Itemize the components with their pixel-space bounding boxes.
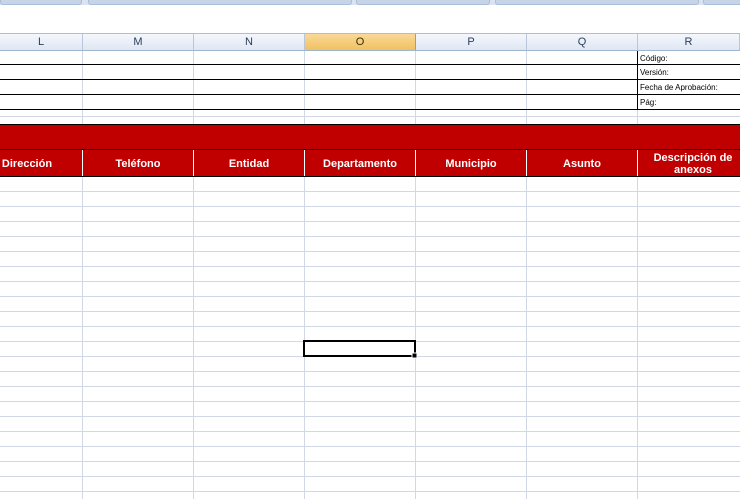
form-header-borders	[0, 51, 740, 110]
codigo-label: Código:	[640, 54, 668, 63]
cell-gridlines	[0, 51, 740, 499]
pagina-label: Pág:	[640, 98, 656, 107]
header-asunto: Asunto	[563, 158, 601, 170]
column-header-m[interactable]: M	[83, 34, 194, 50]
header-telefono: Teléfono	[115, 158, 160, 170]
column-header-o[interactable]: O	[305, 34, 416, 50]
formula-bar[interactable]	[0, 5, 740, 34]
header-departamento: Departamento	[323, 158, 397, 170]
header-municipio: Municipio	[445, 158, 497, 170]
column-header-q[interactable]: Q	[527, 34, 638, 50]
column-header-n[interactable]: N	[194, 34, 305, 50]
column-header-r[interactable]: R	[638, 34, 740, 50]
title-band	[0, 124, 740, 149]
header-entidad: Entidad	[229, 158, 269, 170]
worksheet-grid[interactable]: Código: Versión: Fecha de Aprobación: Pá…	[0, 51, 740, 499]
column-header-l[interactable]: L	[0, 34, 83, 50]
fill-handle[interactable]	[411, 352, 418, 359]
active-cell[interactable]	[303, 340, 416, 357]
fecha-aprobacion-label: Fecha de Aprobación:	[640, 83, 718, 92]
column-header-p[interactable]: P	[416, 34, 527, 50]
version-label: Versión:	[640, 68, 669, 77]
header-direccion: Dirección	[2, 158, 52, 170]
column-header-row: L M N O P Q R	[0, 34, 740, 51]
